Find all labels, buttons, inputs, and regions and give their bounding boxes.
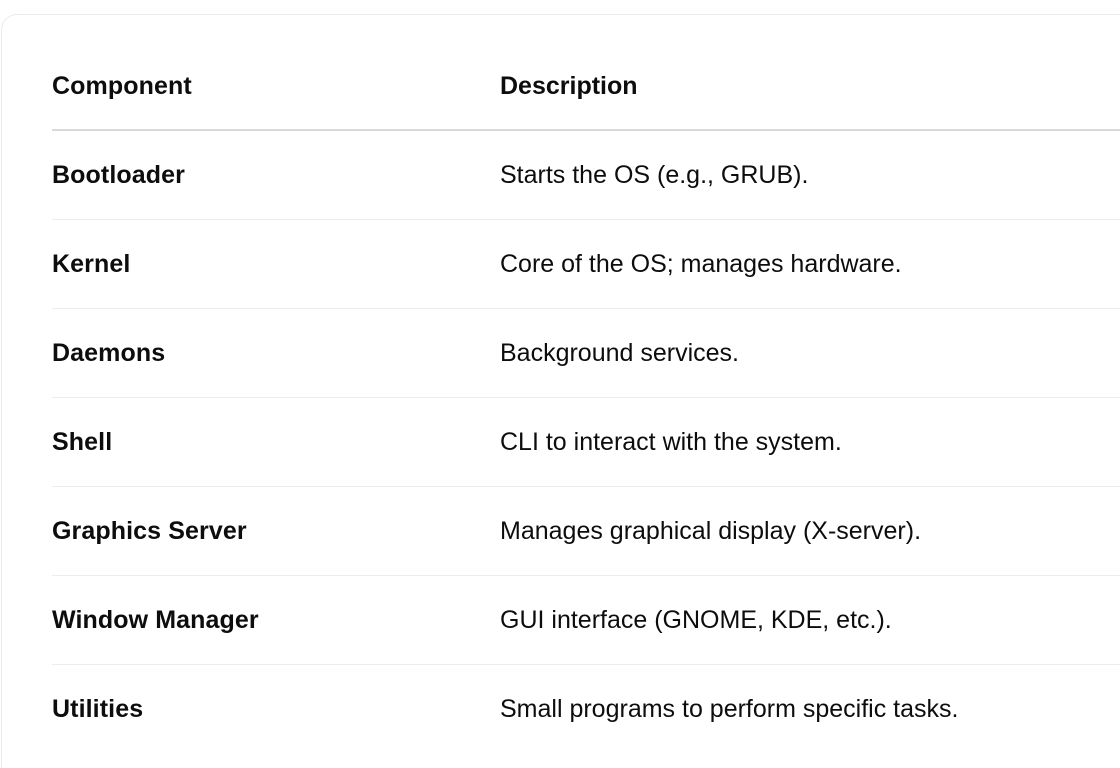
table-row: Window Manager GUI interface (GNOME, KDE… [52,576,1120,665]
table-row: Shell CLI to interact with the system. [52,398,1120,487]
description-cell: Core of the OS; manages hardware. [500,249,902,278]
description-cell: Small programs to perform specific tasks… [500,695,959,723]
column-header-component: Component [52,71,192,100]
component-cell: Graphics Server [52,516,247,545]
component-cell: Window Manager [52,605,259,634]
component-cell: Bootloader [52,160,185,189]
table-card: Component Description Bootloader Starts … [1,14,1120,768]
component-cell: Daemons [52,338,166,367]
component-cell: Utilities [52,695,144,723]
description-cell: Manages graphical display (X-server). [500,516,922,545]
description-cell: CLI to interact with the system. [500,427,842,456]
component-cell: Shell [52,427,113,456]
column-header-description: Description [500,71,638,100]
table-row: Kernel Core of the OS; manages hardware. [52,220,1120,309]
description-cell: Background services. [500,338,740,367]
table-header-row: Component Description [52,43,1120,131]
table-row: Graphics Server Manages graphical displa… [52,487,1120,576]
description-cell: Starts the OS (e.g., GRUB). [500,160,809,189]
table-row: Utilities Small programs to perform spec… [52,665,1120,754]
table-row: Daemons Background services. [52,309,1120,398]
components-table: Component Description Bootloader Starts … [52,43,1120,754]
component-cell: Kernel [52,249,131,278]
table-row: Bootloader Starts the OS (e.g., GRUB). [52,131,1120,220]
description-cell: GUI interface (GNOME, KDE, etc.). [500,605,892,634]
